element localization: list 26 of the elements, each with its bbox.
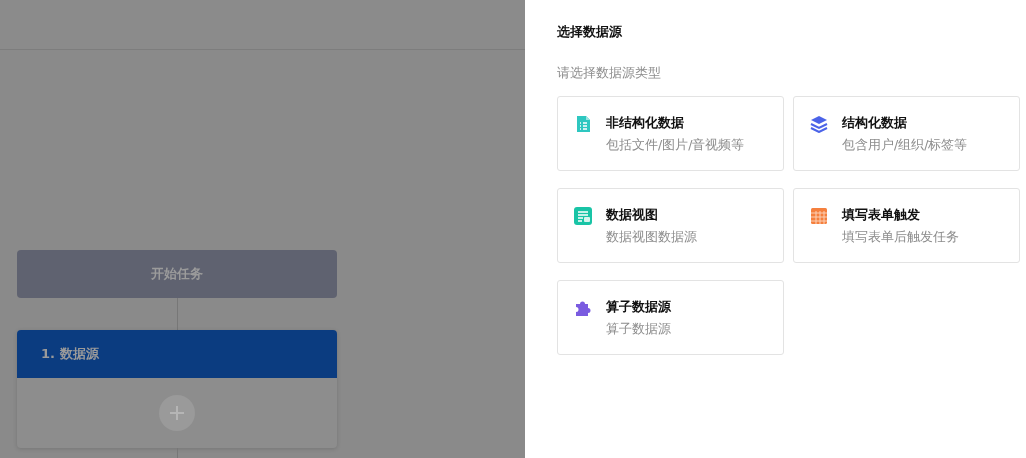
step-title: 1. 数据源 [41, 345, 99, 364]
source-card[interactable]: 非结构化数据 包括文件/图片/音视频等 [557, 96, 784, 171]
add-button[interactable] [159, 395, 195, 431]
plus-icon [168, 404, 186, 422]
layers-icon [810, 115, 828, 133]
source-card[interactable]: 算子数据源 算子数据源 [557, 280, 784, 355]
source-title: 填写表单触发 [842, 206, 921, 224]
source-description: 算子数据源 [606, 320, 671, 338]
file-icon [574, 115, 592, 133]
source-description: 填写表单后触发任务 [842, 228, 959, 246]
source-title: 结构化数据 [842, 114, 908, 132]
source-card[interactable]: 结构化数据 包含用户/组织/标签等 [793, 96, 1020, 171]
source-card[interactable]: 数据视图 数据视图数据源 [557, 188, 784, 263]
source-title: 数据视图 [606, 206, 659, 224]
source-title: 算子数据源 [606, 298, 671, 316]
source-description: 数据视图数据源 [606, 228, 697, 246]
source-card[interactable]: 填写表单触发 填写表单后触发任务 [793, 188, 1020, 263]
puzzle-icon [574, 299, 592, 317]
drawer-subtitle: 请选择数据源类型 [557, 63, 662, 82]
source-title: 非结构化数据 [606, 114, 685, 132]
step-card[interactable]: 1. 数据源 [17, 330, 337, 448]
source-description: 包括文件/图片/音视频等 [606, 136, 745, 154]
table-icon [574, 207, 592, 225]
drawer-title: 选择数据源 [557, 23, 623, 41]
source-description: 包含用户/组织/标签等 [842, 136, 968, 154]
grid-icon [810, 207, 828, 225]
